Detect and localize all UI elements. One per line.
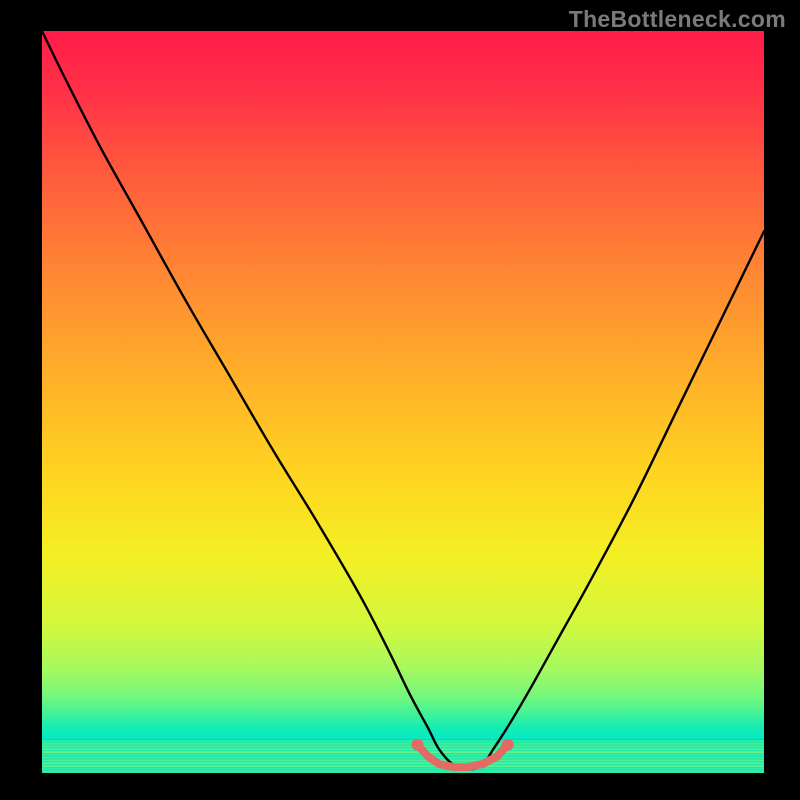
- chart-background: [42, 31, 764, 740]
- plot-area: [42, 31, 764, 773]
- chart-bottom-band: [42, 740, 764, 773]
- chart-svg: [42, 31, 764, 773]
- trough-notch-dot: [411, 739, 423, 751]
- app-frame: TheBottleneck.com: [0, 0, 800, 800]
- watermark-text: TheBottleneck.com: [569, 6, 786, 33]
- trough-notch-dot: [502, 739, 514, 751]
